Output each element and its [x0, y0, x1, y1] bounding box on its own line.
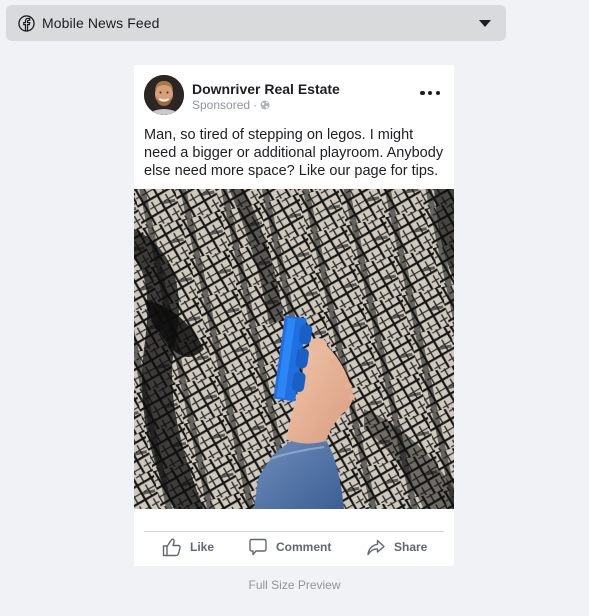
post-image-graphic [134, 189, 454, 509]
post-header: Downriver Real Estate Sponsored · [134, 65, 454, 120]
sponsored-label: Sponsored [192, 98, 251, 112]
more-options-icon [420, 90, 425, 96]
comment-button[interactable]: Comment [248, 537, 331, 557]
meta-separator: · [253, 98, 258, 112]
globe-icon [260, 100, 270, 110]
post-meta: Sponsored · [192, 98, 270, 112]
share-label: Share [394, 540, 428, 554]
post-text: Man, so tired of stepping on legos. I mi… [144, 127, 444, 179]
comment-label: Comment [276, 540, 332, 554]
preview-caption: Full Size Preview [248, 578, 341, 592]
facebook-icon [18, 14, 35, 32]
share-button[interactable]: Share [366, 537, 427, 557]
caret-down-icon [479, 19, 491, 27]
post-actions: Like Comment Share [134, 532, 454, 566]
page-avatar[interactable] [144, 75, 184, 115]
like-label: Like [190, 540, 215, 554]
placement-dropdown[interactable]: Mobile News Feed [6, 5, 506, 41]
like-button[interactable]: Like [162, 537, 214, 557]
page-name[interactable]: Downriver Real Estate [192, 81, 340, 97]
ad-preview-card: Downriver Real Estate Sponsored · Man, s… [134, 65, 454, 566]
thumbs-up-icon [162, 537, 182, 557]
more-options-button[interactable] [420, 87, 440, 99]
post-image[interactable] [134, 189, 454, 509]
comment-icon [248, 537, 268, 557]
placement-label: Mobile News Feed [42, 15, 160, 31]
share-icon [366, 537, 386, 557]
